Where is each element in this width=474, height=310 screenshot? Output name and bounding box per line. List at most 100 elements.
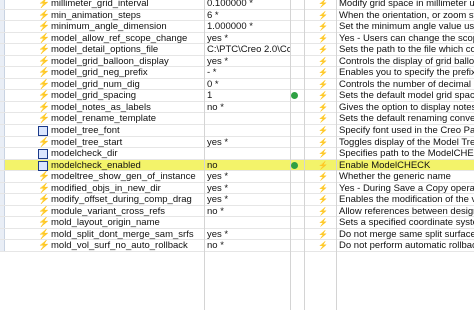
row-header[interactable] [0, 125, 5, 136]
row-header[interactable] [0, 78, 5, 90]
row-header[interactable] [0, 228, 5, 240]
table-row[interactable]: ⚡ model_grid_spacing 1 ⚡ Sets the default mo… [0, 90, 474, 102]
option-value[interactable]: - * [207, 67, 291, 78]
table-row[interactable]: ⚡ module_variant_cross_refs no * ⚡ Allow ref… [0, 205, 474, 218]
source-flag-icon: ⚡ [318, 56, 328, 66]
row-header[interactable] [0, 159, 5, 171]
option-value[interactable]: 1.000000 * [207, 21, 291, 32]
status-cell [291, 113, 303, 124]
table-row[interactable]: ⚡ millimeter_grid_interval 0.100000 * ⚡ Modi… [0, 0, 474, 10]
table-row[interactable]: ⚡ mold_layout_origin_name ⚡ Sets a specifie… [0, 217, 474, 229]
table-row[interactable]: ⚡ mold_vol_surf_no_auto_rollback no * ⚡ Do n… [0, 240, 474, 253]
table-row[interactable]: ⚡ model_detail_options_file C:\PTC\Creo 2.… [0, 44, 474, 56]
table-row[interactable]: ⚡ minimum_angle_dimension 1.000000 * ⚡ Set t… [0, 21, 474, 33]
column-divider [204, 0, 205, 310]
table-row[interactable]: modelcheck_dir ⚡ Specifies path to the Mod… [0, 148, 474, 160]
option-value[interactable]: yes * [207, 56, 291, 67]
lightning-icon: ⚡ [38, 78, 50, 90]
option-value[interactable] [207, 113, 291, 124]
option-value[interactable] [207, 217, 291, 228]
column-divider [304, 0, 305, 310]
source-flag-icon: ⚡ [318, 126, 328, 136]
table-row[interactable]: ⚡ model_notes_as_labels no * ⚡ Gives the opt… [0, 101, 474, 114]
table-row[interactable]: ⚡ modify_offset_during_comp_drag yes * ⚡ Ena… [0, 194, 474, 206]
option-value[interactable]: C:\PTC\Creo 2.0\Co... [207, 44, 291, 55]
row-header[interactable] [0, 90, 5, 101]
option-value[interactable]: yes * [207, 137, 291, 148]
row-header[interactable] [0, 113, 5, 125]
option-description: Sets the default renaming convention [339, 113, 474, 125]
source-flag-icon: ⚡ [318, 172, 328, 182]
option-value[interactable]: yes * [207, 194, 291, 205]
option-description: Controls the display of grid balloons. [339, 55, 474, 67]
table-row[interactable]: ⚡ model_rename_template ⚡ Sets the default … [0, 113, 474, 126]
option-value[interactable]: yes * [207, 183, 291, 194]
table-row[interactable]: ⚡ modified_objs_in_new_dir yes * ⚡ Yes - Dur… [0, 182, 474, 195]
lightning-icon: ⚡ [38, 44, 50, 56]
table-row[interactable]: ⚡ model_allow_ref_scope_change yes * ⚡ Yes -… [0, 32, 474, 45]
status-cell [291, 206, 303, 217]
row-header[interactable] [0, 55, 5, 67]
row-header[interactable] [0, 136, 5, 148]
lightning-icon: ⚡ [38, 194, 50, 206]
option-value[interactable]: no * [207, 102, 291, 113]
option-value[interactable]: 6 * [207, 10, 291, 21]
status-dot-icon [291, 90, 303, 101]
status-cell [291, 183, 303, 194]
option-value[interactable] [207, 125, 291, 136]
option-description: Toggles display of the Model Tree. Ye [339, 136, 474, 148]
table-row[interactable]: ⚡ min_animation_steps 6 * ⚡ When the orienta… [0, 9, 474, 22]
row-header[interactable] [0, 171, 5, 182]
lightning-icon: ⚡ [38, 67, 50, 79]
lightning-icon: ⚡ [38, 182, 50, 194]
option-value[interactable]: 0 * [207, 79, 291, 90]
option-value[interactable]: no * [207, 240, 291, 251]
option-value[interactable]: yes * [207, 171, 291, 182]
table-row[interactable]: modelcheck_enabled no ⚡ Enable ModelCHECK [0, 159, 474, 172]
row-header[interactable] [0, 101, 5, 113]
option-value[interactable]: yes * [207, 33, 291, 44]
table-row[interactable]: ⚡ modeltree_show_gen_of_instance yes * ⚡ Whe… [0, 171, 474, 183]
row-header[interactable] [0, 67, 5, 78]
option-name: mold_layout_origin_name [51, 217, 160, 229]
table-row[interactable]: ⚡ model_tree_start yes * ⚡ Toggles display o… [0, 136, 474, 149]
option-value[interactable]: no * [207, 206, 291, 217]
option-name: modelcheck_enabled [51, 159, 141, 171]
source-flag-icon: ⚡ [318, 241, 328, 251]
column-divider [336, 0, 337, 310]
option-name: modified_objs_in_new_dir [51, 182, 161, 194]
row-header[interactable] [0, 182, 5, 194]
table-row[interactable]: ⚡ model_grid_neg_prefix - * ⚡ Enables you to… [0, 67, 474, 79]
table-row[interactable]: model_tree_font ⚡ Specify font used in the… [0, 125, 474, 137]
table-row[interactable]: ⚡ model_grid_num_dig 0 * ⚡ Controls the numb… [0, 78, 474, 91]
table-row[interactable]: ⚡ mold_split_dont_merge_sam_srfs yes * ⚡ Do … [0, 228, 474, 241]
row-header[interactable] [0, 21, 5, 32]
lightning-icon: ⚡ [38, 32, 50, 44]
row-header[interactable] [0, 32, 5, 44]
source-flag-icon: ⚡ [318, 68, 328, 78]
option-description: Whether the generic name [339, 171, 451, 183]
lightning-icon: ⚡ [38, 55, 50, 67]
option-name: min_animation_steps [51, 9, 141, 21]
row-header[interactable] [0, 9, 5, 21]
source-flag-icon: ⚡ [318, 160, 328, 170]
status-cell [291, 240, 303, 251]
option-value[interactable]: no [207, 160, 291, 171]
option-description: Sets a specified coordinate system [339, 217, 474, 229]
row-header[interactable] [0, 148, 5, 159]
lightning-icon: ⚡ [38, 171, 50, 183]
row-header[interactable] [0, 240, 5, 252]
option-value[interactable] [207, 148, 291, 159]
source-flag-icon: ⚡ [318, 206, 328, 216]
lightning-icon: ⚡ [38, 217, 50, 229]
option-value[interactable]: yes * [207, 229, 291, 240]
row-header[interactable] [0, 194, 5, 205]
option-value[interactable]: 1 [207, 90, 291, 101]
row-header[interactable] [0, 205, 5, 217]
table-row[interactable]: ⚡ model_grid_balloon_display yes * ⚡ Control… [0, 55, 474, 68]
row-header[interactable] [0, 44, 5, 55]
row-header[interactable] [0, 0, 5, 9]
row-header[interactable] [0, 217, 5, 228]
option-name: millimeter_grid_interval [51, 0, 149, 9]
option-value[interactable]: 0.100000 * [207, 0, 291, 9]
